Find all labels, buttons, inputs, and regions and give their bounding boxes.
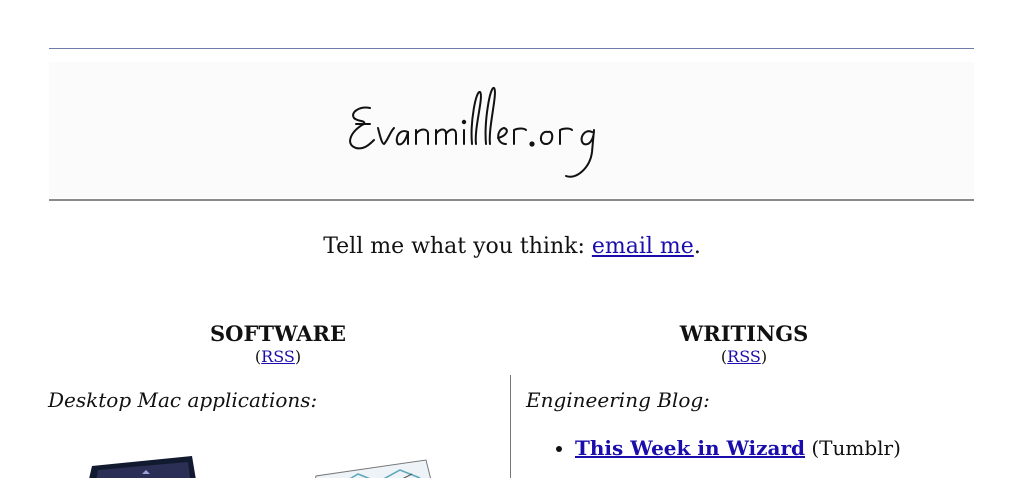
software-rss-link[interactable]: RSS <box>261 347 295 366</box>
writings-title: WRITINGS <box>679 321 809 346</box>
software-rss-wrapper: (RSS) <box>68 348 488 366</box>
writings-rss-link[interactable]: RSS <box>727 347 761 366</box>
contact-line: Tell me what you think: email me. <box>0 234 1024 259</box>
writings-rss-wrapper: (RSS) <box>534 348 954 366</box>
blog-note: (Tumblr) <box>805 436 901 460</box>
header-bottom-rule <box>49 199 974 201</box>
site-logo[interactable] <box>330 72 690 192</box>
software-rss-close: ) <box>294 347 302 366</box>
page: Tell me what you think: email me. SOFTWA… <box>0 0 1024 478</box>
blog-list: This Week in Wizard (Tumblr) <box>553 436 901 460</box>
software-title: SOFTWARE <box>210 321 346 346</box>
mac-app-thumbnail[interactable] <box>80 452 200 478</box>
writings-section-label: Engineering Blog: <box>526 388 710 412</box>
mac-app-thumbnail-2[interactable] <box>308 452 438 478</box>
contact-suffix: . <box>693 234 701 259</box>
list-item: This Week in Wizard (Tumblr) <box>575 436 901 460</box>
email-link[interactable]: email me <box>592 234 694 259</box>
software-section-label: Desktop Mac applications: <box>48 388 318 412</box>
software-heading: SOFTWARE (RSS) <box>68 320 488 366</box>
writings-rss-close: ) <box>760 347 768 366</box>
header-top-rule <box>49 48 974 49</box>
column-divider <box>510 375 511 478</box>
contact-prefix: Tell me what you think: <box>323 234 592 259</box>
writings-heading: WRITINGS (RSS) <box>534 320 954 366</box>
blog-link[interactable]: This Week in Wizard <box>575 436 805 460</box>
